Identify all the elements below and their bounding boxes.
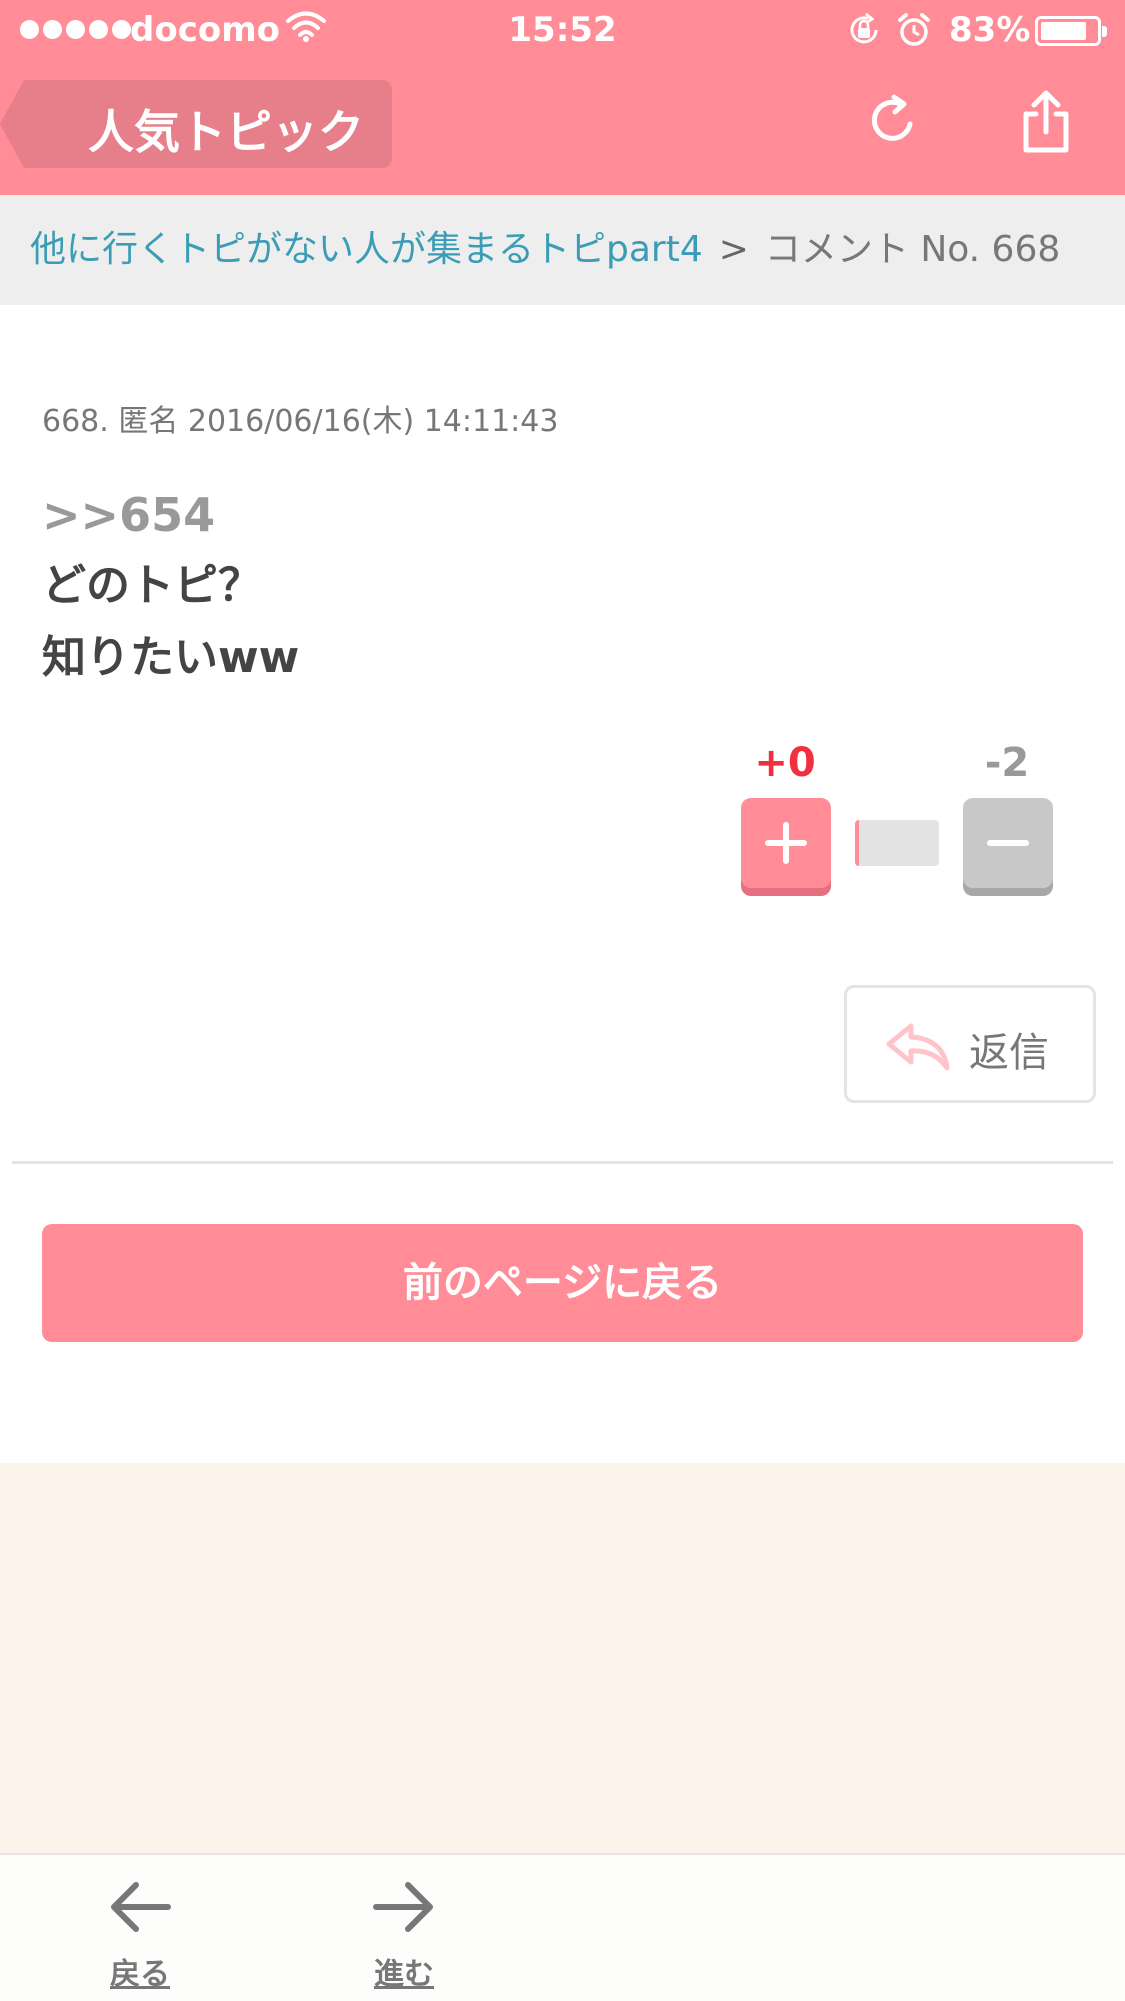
back-to-previous-page-button[interactable]: 前のページに戻る	[42, 1224, 1083, 1342]
comment-line: どのトピ？	[42, 560, 262, 611]
browser-forward-button[interactable]: 進む	[364, 1879, 444, 1993]
breadcrumb-current: コメント No. 668	[764, 229, 1061, 270]
vote-ratio-fill	[855, 820, 860, 866]
arrow-right-icon	[373, 1882, 433, 1932]
comment-body: >>654 どのトピ？ 知りたいww	[42, 480, 299, 694]
reply-anchor-link[interactable]: >>654	[42, 480, 299, 550]
status-bar: docomo 15:52 83%	[0, 0, 1125, 62]
app-header: docomo 15:52 83% 人気トピック	[0, 0, 1125, 195]
battery-percent: 83%	[949, 10, 1031, 50]
minus-vote-button[interactable]	[963, 798, 1053, 888]
alarm-icon	[898, 13, 930, 46]
browser-back-label: 戻る	[110, 1957, 170, 1992]
share-icon[interactable]	[1018, 88, 1074, 156]
back-to-popular-topics-button[interactable]: 人気トピック	[0, 80, 392, 168]
reply-arrow-icon	[886, 1023, 950, 1071]
minus-icon	[987, 840, 1029, 846]
reply-button[interactable]: 返信	[844, 985, 1096, 1103]
plus-vote-count: +0	[754, 740, 816, 786]
comment-meta: 668. 匿名 2016/06/16(木) 14:11:43	[42, 404, 559, 439]
breadcrumb-separator: >	[718, 229, 749, 270]
browser-back-button[interactable]: 戻る	[100, 1879, 180, 1993]
divider	[12, 1161, 1113, 1164]
rotation-lock-icon	[850, 12, 878, 44]
arrow-left-icon	[111, 1882, 171, 1932]
vote-ratio-gauge	[855, 820, 939, 866]
ad-placeholder-area	[0, 1463, 1125, 1853]
bottom-toolbar: 戻る 進む	[0, 1853, 1125, 2001]
battery-level	[1041, 22, 1086, 40]
browser-forward-label: 進む	[374, 1957, 434, 1992]
breadcrumb: 他に行くトピがない人が集まるトピpart4 > コメント No. 668	[0, 195, 1125, 305]
comment-line: 知りたいww	[42, 632, 300, 683]
reload-icon[interactable]	[866, 94, 920, 148]
breadcrumb-topic-link[interactable]: 他に行くトピがない人が集まるトピpart4	[30, 229, 703, 270]
battery-icon	[1035, 16, 1107, 46]
plus-icon	[765, 822, 807, 864]
back-button-label: 人気トピック	[88, 105, 364, 159]
plus-vote-button[interactable]	[741, 798, 831, 888]
reply-label: 返信	[969, 1030, 1049, 1076]
minus-vote-count: -2	[984, 740, 1030, 786]
